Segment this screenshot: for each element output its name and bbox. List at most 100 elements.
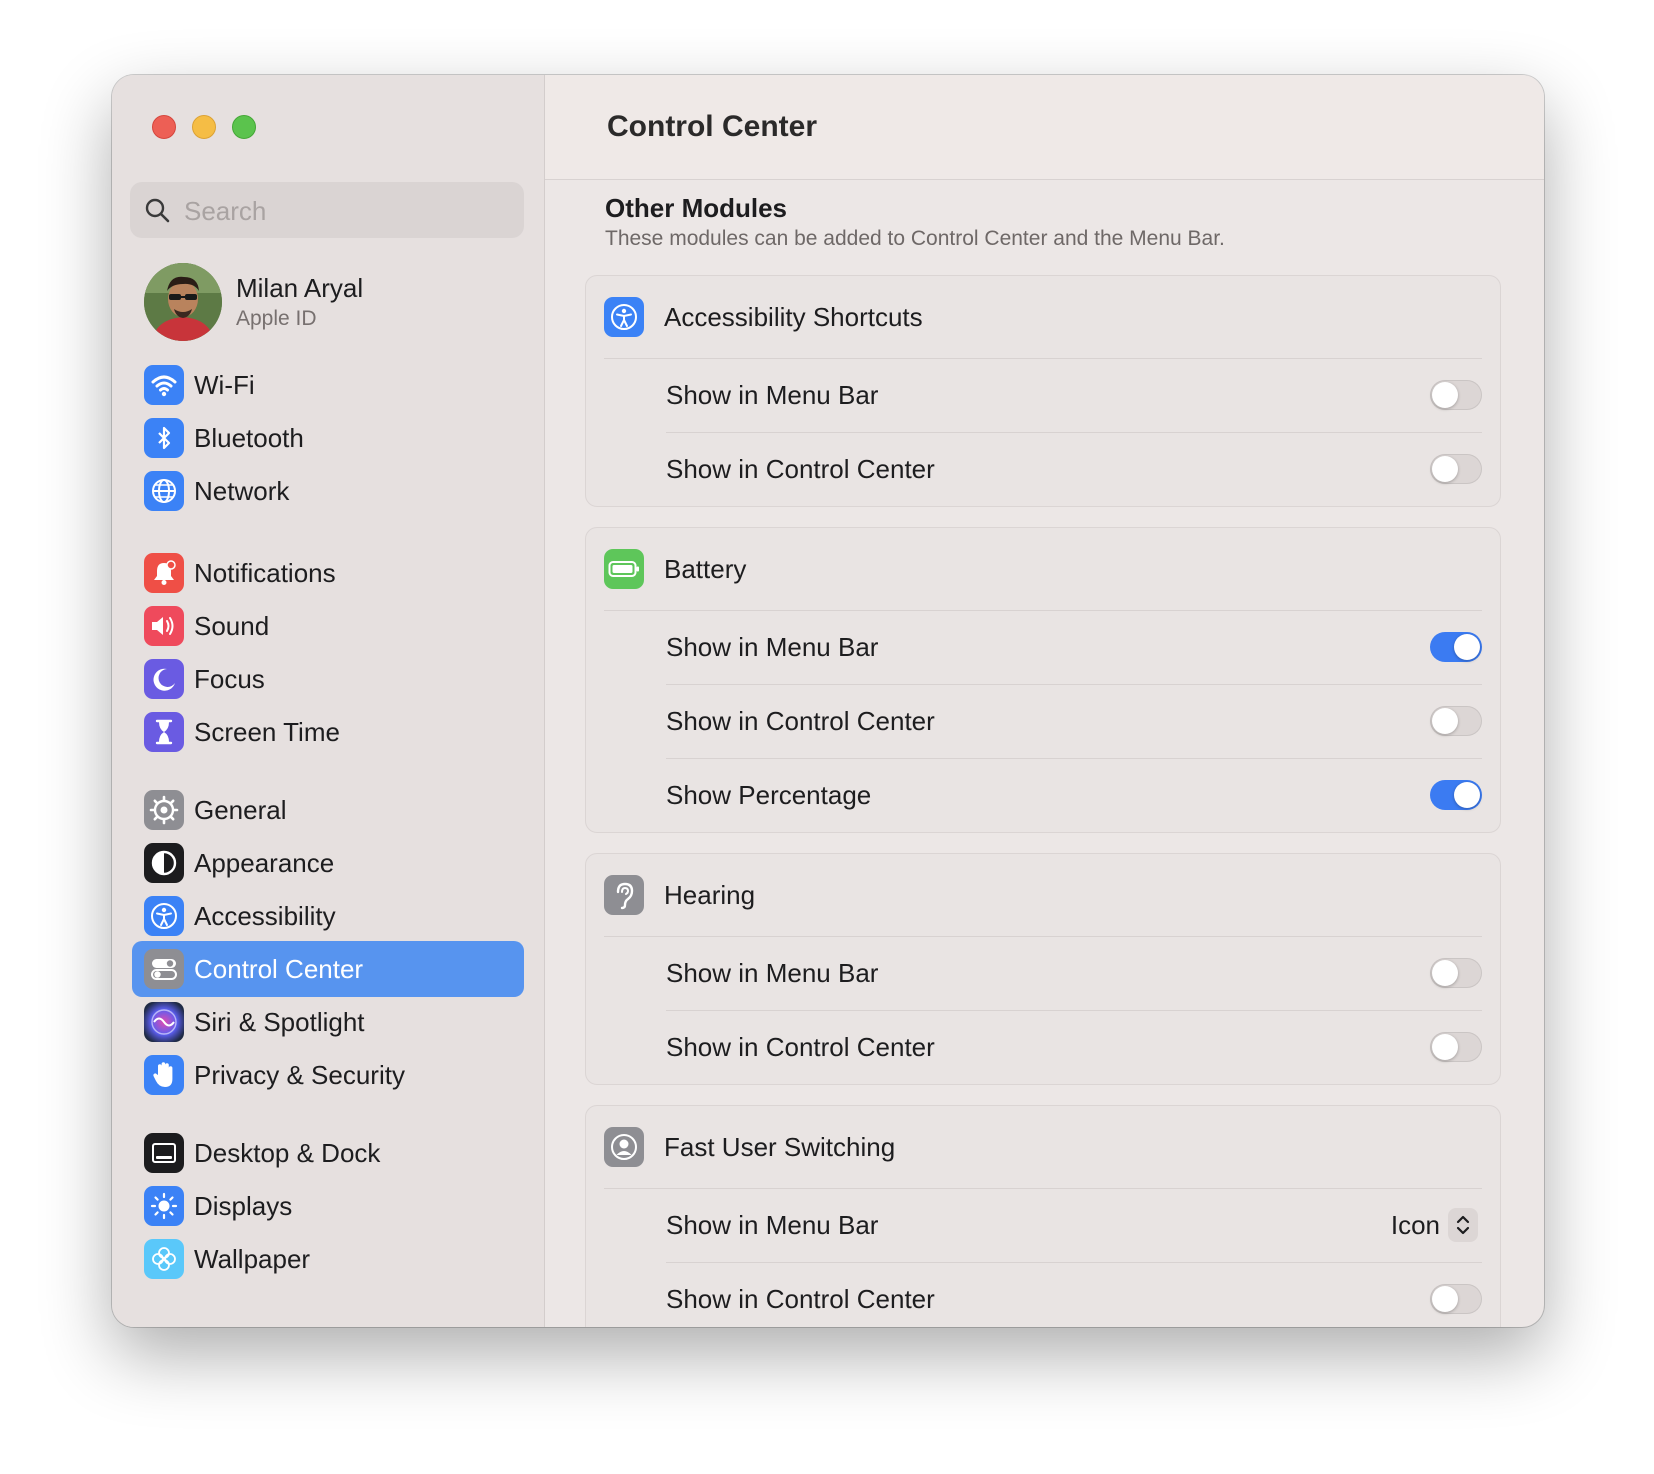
popup-value: Icon [1390, 1209, 1440, 1240]
card-header: Fast User Switching [586, 1106, 1500, 1188]
globe-icon [144, 471, 184, 511]
sidebar-item-appearance[interactable]: Appearance [132, 835, 524, 891]
sidebar-item-network[interactable]: Network [132, 463, 524, 519]
row-label: Show in Menu Bar [666, 958, 879, 988]
battery-icon [604, 549, 644, 589]
sidebar-item-wifi[interactable]: Wi-Fi [132, 357, 524, 413]
menu-bar-toggle[interactable] [1430, 632, 1482, 662]
module-title: Hearing [664, 880, 756, 910]
minimize-button[interactable] [192, 115, 216, 139]
module-card-hearing: Hearing Show in Menu Bar Show in Control… [585, 853, 1501, 1085]
setting-row: Show in Menu Bar [586, 358, 1500, 432]
zoom-button[interactable] [232, 115, 256, 139]
module-title: Accessibility Shortcuts [664, 302, 923, 332]
sidebar-item-notifications[interactable]: Notifications [132, 545, 524, 601]
sidebar-item-label: Wi-Fi [194, 370, 255, 400]
menu-bar-style-popup[interactable]: Icon [1391, 1206, 1478, 1244]
sidebar-item-wallpaper[interactable]: Wallpaper [132, 1231, 524, 1287]
card-header: Accessibility Shortcuts [586, 276, 1500, 358]
settings-window: Milan Aryal Apple ID Wi-Fi Bluetooth Net… [112, 75, 1544, 1327]
accessibility-icon [144, 896, 184, 936]
hand-icon [144, 1055, 184, 1095]
search-input[interactable] [182, 182, 506, 240]
sidebar-item-label: Focus [194, 664, 265, 694]
sidebar-item-label: Accessibility [194, 901, 336, 931]
sidebar-item-siri-spotlight[interactable]: Siri & Spotlight [132, 994, 524, 1050]
row-label: Show in Menu Bar [666, 632, 879, 662]
menu-bar-toggle[interactable] [1430, 380, 1482, 410]
sidebar-item-label: Control Center [194, 954, 364, 984]
row-label: Show in Control Center [666, 706, 935, 736]
sidebar-item-bluetooth[interactable]: Bluetooth [132, 410, 524, 466]
setting-row: Show in Control Center [586, 684, 1500, 758]
card-header: Hearing [586, 854, 1500, 936]
chevron-up-down-icon [1448, 1208, 1478, 1242]
control-center-toggle[interactable] [1430, 1284, 1482, 1314]
sidebar-item-label: Notifications [194, 558, 336, 588]
hourglass-icon [144, 712, 184, 752]
dock-icon [144, 1133, 184, 1173]
setting-row: Show in Menu Bar Icon [586, 1188, 1500, 1262]
sidebar-item-desktop-dock[interactable]: Desktop & Dock [132, 1125, 524, 1181]
bluetooth-icon [144, 418, 184, 458]
control-center-icon [144, 949, 184, 989]
setting-row: Show in Control Center [586, 432, 1500, 506]
module-card-fast-user-switching: Fast User Switching Show in Menu Bar Ico… [585, 1105, 1501, 1327]
sidebar-item-label: Desktop & Dock [194, 1138, 381, 1168]
row-label: Show in Control Center [666, 1284, 935, 1314]
module-card-battery: Battery Show in Menu Bar Show in Control… [585, 527, 1501, 833]
siri-icon [144, 1002, 184, 1042]
control-center-toggle[interactable] [1430, 706, 1482, 736]
setting-row: Show in Control Center [586, 1262, 1500, 1327]
close-button[interactable] [152, 115, 176, 139]
flower-icon [144, 1239, 184, 1279]
wifi-icon [144, 365, 184, 405]
search-icon [145, 198, 170, 223]
setting-row: Show in Menu Bar [586, 610, 1500, 684]
avatar [144, 263, 222, 341]
sidebar-item-control-center[interactable]: Control Center [132, 941, 524, 997]
section-title: Other Modules [605, 193, 788, 223]
sidebar-item-sound[interactable]: Sound [132, 598, 524, 654]
row-label: Show in Menu Bar [666, 1210, 879, 1240]
appearance-icon [144, 843, 184, 883]
sidebar-item-privacy-security[interactable]: Privacy & Security [132, 1047, 524, 1103]
section-description: These modules can be added to Control Ce… [605, 227, 1225, 250]
apple-id-profile[interactable]: Milan Aryal Apple ID [144, 263, 524, 343]
accessibility-icon [604, 297, 644, 337]
gear-icon [144, 790, 184, 830]
menu-bar-toggle[interactable] [1430, 958, 1482, 988]
sidebar-item-displays[interactable]: Displays [132, 1178, 524, 1234]
setting-row: Show in Menu Bar [586, 936, 1500, 1010]
moon-icon [144, 659, 184, 699]
sidebar-item-accessibility[interactable]: Accessibility [132, 888, 524, 944]
sidebar-item-label: Bluetooth [194, 423, 304, 453]
sidebar-item-general[interactable]: General [132, 782, 524, 838]
sidebar-item-focus[interactable]: Focus [132, 651, 524, 707]
user-icon [604, 1127, 644, 1167]
setting-row: Show Percentage [586, 758, 1500, 832]
profile-name: Milan Aryal [236, 273, 364, 303]
row-label: Show in Control Center [666, 454, 935, 484]
sidebar-item-label: Appearance [194, 848, 335, 878]
main-pane: Control Center Other Modules These modul… [545, 75, 1544, 1327]
sidebar-item-label: Network [194, 476, 290, 506]
sidebar-item-screen-time[interactable]: Screen Time [132, 704, 524, 760]
row-label: Show in Menu Bar [666, 380, 879, 410]
show-percentage-toggle[interactable] [1430, 780, 1482, 810]
module-title: Battery [664, 554, 747, 584]
sidebar-item-label: Siri & Spotlight [194, 1007, 365, 1037]
sidebar-item-label: Privacy & Security [194, 1060, 405, 1090]
sidebar: Milan Aryal Apple ID Wi-Fi Bluetooth Net… [112, 75, 545, 1327]
search-field[interactable] [130, 182, 524, 240]
card-header: Battery [586, 528, 1500, 610]
control-center-toggle[interactable] [1430, 1032, 1482, 1062]
window-controls [152, 115, 256, 139]
row-label: Show Percentage [666, 780, 872, 810]
page-title: Control Center [607, 110, 817, 143]
profile-subtitle: Apple ID [236, 307, 317, 330]
titlebar: Control Center [545, 75, 1544, 180]
control-center-toggle[interactable] [1430, 454, 1482, 484]
setting-row: Show in Control Center [586, 1010, 1500, 1084]
module-title: Fast User Switching [664, 1132, 896, 1162]
